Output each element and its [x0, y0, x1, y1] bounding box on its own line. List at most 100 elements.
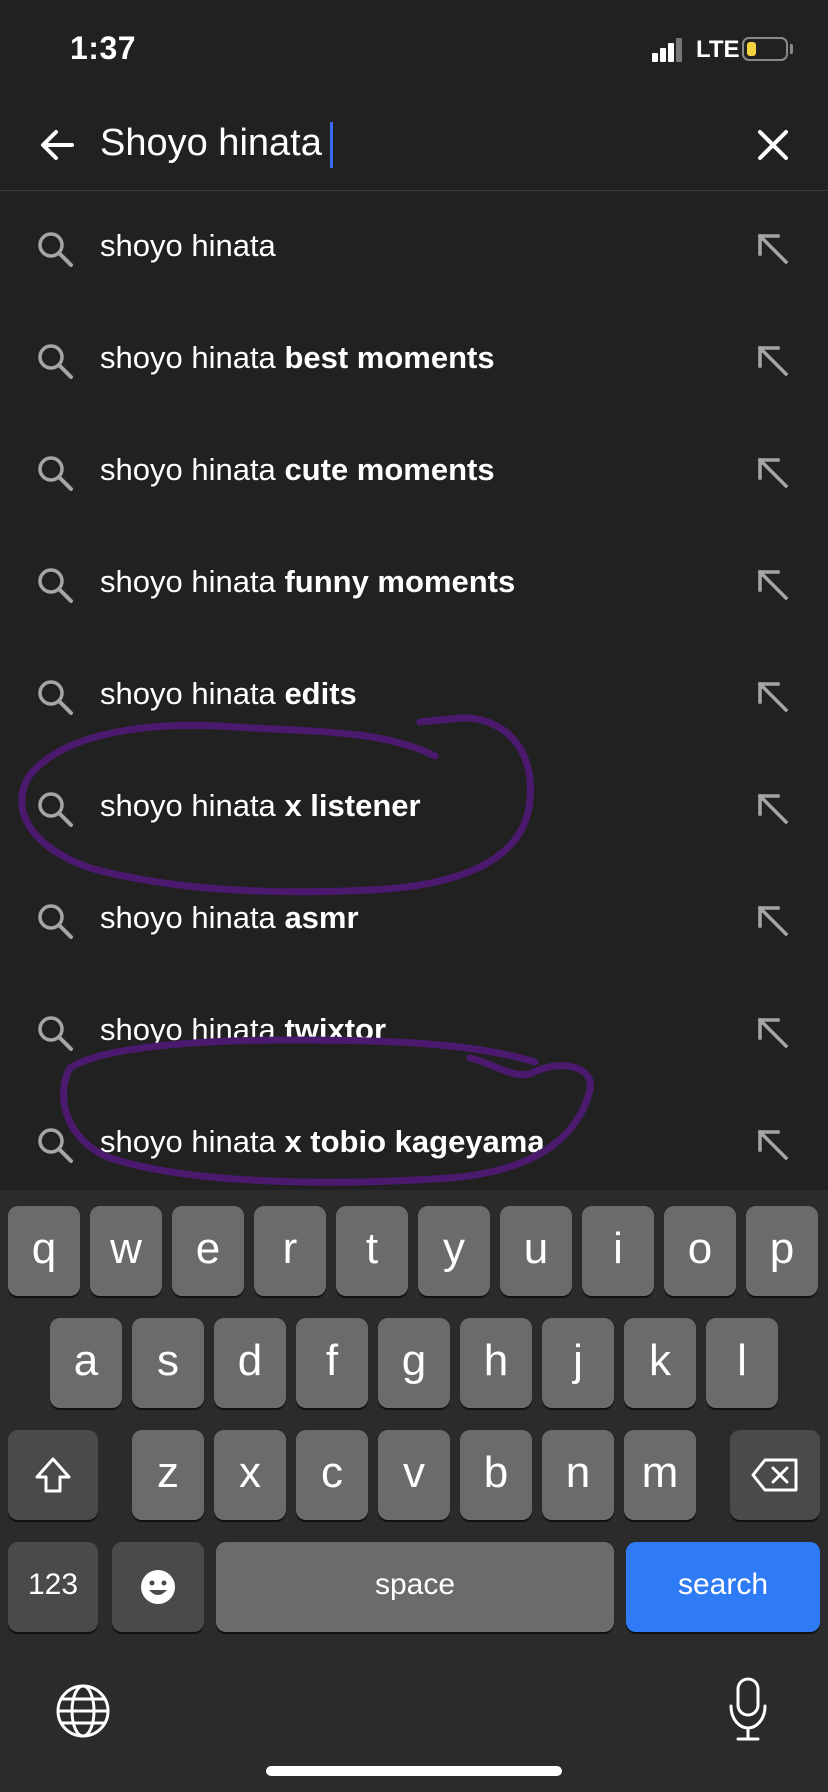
search-key[interactable]: search	[626, 1542, 820, 1632]
emoji-icon	[141, 1570, 175, 1605]
status-time: 1:37	[70, 30, 137, 66]
suggestion-list: shoyo hinata shoyo hinata best moments sh…	[0, 192, 828, 1200]
fill-arrow-icon[interactable]	[754, 790, 790, 826]
suggestion-prefix: shoyo hinata	[100, 452, 276, 487]
emoji-key[interactable]	[112, 1542, 204, 1632]
key-v[interactable]: v	[378, 1430, 450, 1520]
suggestion-prefix: shoyo hinata	[100, 900, 276, 935]
suggestion-item[interactable]: shoyo hinata asmr	[0, 864, 828, 976]
suggestion-suffix: x listener	[284, 788, 421, 823]
suggestion-prefix: shoyo hinata	[100, 788, 276, 823]
globe-icon[interactable]	[54, 1682, 112, 1740]
search-icon	[38, 904, 73, 939]
key-r[interactable]: r	[254, 1206, 326, 1296]
key-g[interactable]: g	[378, 1318, 450, 1408]
suggestion-item[interactable]: shoyo hinata x tobio kageyama	[0, 1088, 828, 1200]
key-w[interactable]: w	[90, 1206, 162, 1296]
numbers-key[interactable]: 123	[8, 1542, 98, 1632]
key-u[interactable]: u	[500, 1206, 572, 1296]
fill-arrow-icon[interactable]	[754, 1126, 790, 1162]
key-j[interactable]: j	[542, 1318, 614, 1408]
shift-key[interactable]	[8, 1430, 98, 1520]
fill-arrow-icon[interactable]	[754, 902, 790, 938]
suggestion-item[interactable]: shoyo hinata edits	[0, 640, 828, 752]
key-o[interactable]: o	[664, 1206, 736, 1296]
signal-icon	[652, 38, 682, 62]
search-icon	[38, 232, 73, 267]
key-b[interactable]: b	[460, 1430, 532, 1520]
suggestion-text: shoyo hinata funny moments	[100, 564, 515, 600]
suggestion-prefix: shoyo hinata	[100, 340, 276, 375]
suggestion-text: shoyo hinata edits	[100, 676, 357, 712]
suggestion-item[interactable]: shoyo hinata funny moments	[0, 528, 828, 640]
suggestion-prefix: shoyo hinata	[100, 564, 276, 599]
search-icon	[38, 1016, 73, 1051]
key-s[interactable]: s	[132, 1318, 204, 1408]
key-k[interactable]: k	[624, 1318, 696, 1408]
key-a[interactable]: a	[50, 1318, 122, 1408]
key-i[interactable]: i	[582, 1206, 654, 1296]
back-arrow-icon[interactable]	[36, 124, 78, 166]
key-f[interactable]: f	[296, 1318, 368, 1408]
suggestion-text: shoyo hinata twixtor	[100, 1012, 386, 1048]
key-d[interactable]: d	[214, 1318, 286, 1408]
key-p[interactable]: p	[746, 1206, 818, 1296]
suggestion-prefix: shoyo hinata	[100, 676, 276, 711]
close-icon[interactable]	[752, 124, 794, 166]
search-query-text: Shoyo hinata	[100, 122, 322, 165]
search-icon	[38, 680, 73, 715]
search-icon	[38, 344, 73, 379]
key-y[interactable]: y	[418, 1206, 490, 1296]
suggestion-item[interactable]: shoyo hinata	[0, 192, 828, 304]
search-input[interactable]: Shoyo hinata	[100, 122, 333, 168]
suggestion-suffix: twixtor	[284, 1012, 387, 1047]
status-bar: 1:37 LTE	[0, 0, 828, 100]
search-icon	[38, 568, 73, 603]
suggestion-suffix: edits	[284, 676, 357, 711]
space-key[interactable]: space	[216, 1542, 614, 1632]
keyboard: q w e r t y u i o p a s d f g h j k l z x c v b n m 123 space search	[0, 1190, 828, 1792]
suggestion-item[interactable]: shoyo hinata cute moments	[0, 416, 828, 528]
key-h[interactable]: h	[460, 1318, 532, 1408]
delete-icon	[751, 1458, 798, 1492]
search-icon	[38, 1128, 73, 1163]
suggestion-prefix: shoyo hinata	[100, 1124, 276, 1159]
fill-arrow-icon[interactable]	[754, 678, 790, 714]
battery-tip	[790, 44, 793, 54]
suggestion-suffix: asmr	[284, 900, 359, 935]
text-caret	[329, 122, 333, 168]
suggestion-item[interactable]: shoyo hinata x listener	[0, 752, 828, 864]
suggestion-prefix: shoyo hinata	[100, 228, 276, 263]
search-header: Shoyo hinata	[0, 100, 828, 191]
fill-arrow-icon[interactable]	[754, 342, 790, 378]
fill-arrow-icon[interactable]	[754, 1014, 790, 1050]
network-type: LTE	[696, 36, 740, 63]
key-l[interactable]: l	[706, 1318, 778, 1408]
suggestion-prefix: shoyo hinata	[100, 1012, 276, 1047]
microphone-icon[interactable]	[726, 1676, 770, 1742]
key-x[interactable]: x	[214, 1430, 286, 1520]
fill-arrow-icon[interactable]	[754, 230, 790, 266]
suggestion-text: shoyo hinata x listener	[100, 788, 421, 824]
suggestion-suffix: cute moments	[284, 452, 495, 487]
home-indicator[interactable]	[266, 1766, 562, 1776]
fill-arrow-icon[interactable]	[754, 566, 790, 602]
key-e[interactable]: e	[172, 1206, 244, 1296]
key-q[interactable]: q	[8, 1206, 80, 1296]
suggestion-text: shoyo hinata x tobio kageyama	[100, 1124, 545, 1160]
suggestion-text: shoyo hinata best moments	[100, 340, 495, 376]
key-n[interactable]: n	[542, 1430, 614, 1520]
suggestion-item[interactable]: shoyo hinata twixtor	[0, 976, 828, 1088]
suggestion-suffix: funny moments	[284, 564, 516, 599]
key-m[interactable]: m	[624, 1430, 696, 1520]
key-c[interactable]: c	[296, 1430, 368, 1520]
key-t[interactable]: t	[336, 1206, 408, 1296]
fill-arrow-icon[interactable]	[754, 454, 790, 490]
suggestion-item[interactable]: shoyo hinata best moments	[0, 304, 828, 416]
shift-icon	[35, 1457, 71, 1493]
suggestion-text: shoyo hinata cute moments	[100, 452, 495, 488]
battery-level	[747, 42, 756, 56]
suggestion-text: shoyo hinata asmr	[100, 900, 359, 936]
delete-key[interactable]	[730, 1430, 820, 1520]
key-z[interactable]: z	[132, 1430, 204, 1520]
